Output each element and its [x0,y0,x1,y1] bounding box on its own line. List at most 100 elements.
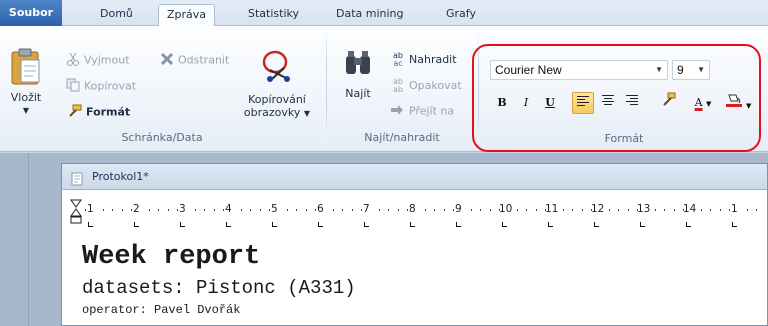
ruler-tick [85,209,86,211]
ruler-tick [444,209,445,211]
ruler-number: 5 [271,203,278,215]
ruler-tick [572,209,573,211]
ruler-tick [131,209,132,211]
ruler-tick [361,209,362,211]
repeat-label: Opakovat [409,79,462,92]
replace-label: Nahradit [409,53,457,66]
ruler-tick [158,209,159,211]
group-divider [326,32,327,144]
ruler-tick [609,209,610,211]
ruler-number: 11 [545,203,559,215]
ruler-tick [315,209,316,211]
ruler-tick [655,209,656,211]
ruler-tick [407,209,408,211]
ruler-tick [398,209,399,211]
document-title: Protokol1* [92,170,149,183]
tab-report[interactable]: Zpráva [158,4,216,27]
ruler-tick [333,209,334,211]
tab-home[interactable]: Domů [92,4,141,26]
screen-capture-icon [260,48,294,85]
format-painter-icon [66,104,82,121]
replace-button[interactable]: ab ac Nahradit [390,52,457,68]
document-titlebar[interactable]: Protokol1* [62,164,767,190]
ruler-tick [664,209,665,211]
ruler-number: 2 [133,203,140,215]
tab-statistics[interactable]: Statistiky [240,4,307,26]
cut-button[interactable]: Vyjmout [66,52,130,69]
ruler-tick [729,209,730,211]
tab-stop-marker[interactable] [686,222,691,227]
tab-file[interactable]: Soubor [0,0,62,26]
repeat-button[interactable]: ab ab Opakovat [390,78,462,94]
tab-stop-marker[interactable] [134,222,139,227]
indent-marker[interactable] [70,199,82,229]
cut-icon [66,52,80,69]
find-button[interactable]: Najít [338,48,378,100]
paste-icon [9,48,43,91]
ruler-tick [250,209,251,211]
ruler-tick [526,209,527,211]
ruler-tick [536,209,537,211]
ruler-number: 1 [87,203,94,215]
ruler-number: 6 [317,203,324,215]
binoculars-icon [343,48,373,81]
ruler-number: 8 [409,203,416,215]
tab-stop-marker[interactable] [226,222,231,227]
delete-label: Odstranit [178,53,230,67]
screen-capture-label-2: obrazovky ▼ [243,106,311,119]
copy-icon [66,78,80,95]
ruler-tick [545,209,546,211]
ruler-tick [517,209,518,211]
tab-stop-marker[interactable] [732,222,737,227]
highlight-frame [472,44,761,152]
ruler-number: 4 [225,203,232,215]
report-content[interactable]: Week report datasets: Pistonc (A331) ope… [82,242,356,318]
ruler-tick [683,209,684,211]
ruler-tick [499,209,500,211]
tab-stop-marker[interactable] [594,222,599,227]
goto-button[interactable]: Přejít na [390,104,454,119]
replace-icon: ab ac [393,51,403,68]
chevron-down-icon: ▼ [303,109,311,118]
tab-charts[interactable]: Grafy [438,4,484,26]
ruler-tick [618,209,619,211]
tab-stop-marker[interactable] [180,222,185,227]
ruler-tick [756,209,757,211]
ruler-tick [306,209,307,211]
ruler-tick [674,209,675,211]
delete-button[interactable]: Odstranit [160,52,229,69]
tab-stop-marker[interactable] [456,222,461,227]
format-painter-button[interactable]: Formát [66,104,130,121]
clipboard-group-title: Schránka/Data [121,131,203,144]
cut-label: Vyjmout [84,53,130,67]
delete-icon [160,52,174,69]
tab-stop-marker[interactable] [548,222,553,227]
tab-data-mining[interactable]: Data mining [328,4,412,26]
ruler-number: 13 [637,203,651,215]
ruler-number: 10 [499,203,513,215]
ruler-tick [177,209,178,211]
ruler-tick [296,209,297,211]
chevron-down-icon: ▼ [22,106,30,115]
ruler[interactable]: 1 2 3 4 5 6 7 8 9 10 11 12 13 14 1 [62,196,767,232]
ruler-tick [388,209,389,211]
ruler-tick [103,209,104,211]
screen-capture-label-1: Kopírování [248,93,306,106]
ruler-tick [591,209,592,211]
tab-stop-marker[interactable] [318,222,323,227]
ruler-tick [287,209,288,211]
tab-stop-marker[interactable] [410,222,415,227]
copy-label: Kopírovat [84,79,137,93]
copy-button[interactable]: Kopírovat [66,78,136,95]
tab-stop-marker[interactable] [364,222,369,227]
ruler-tick [720,209,721,211]
paste-button[interactable]: Vložit ▼ [6,48,46,117]
tab-stop-marker[interactable] [502,222,507,227]
tab-stop-marker[interactable] [88,222,93,227]
tab-stop-marker[interactable] [272,222,277,227]
screen-capture-button[interactable]: Kopírování obrazovky ▼ [238,48,316,120]
ruler-tick [434,209,435,211]
tab-stop-marker[interactable] [640,222,645,227]
ruler-number: 7 [363,203,370,215]
ruler-tick [701,209,702,211]
